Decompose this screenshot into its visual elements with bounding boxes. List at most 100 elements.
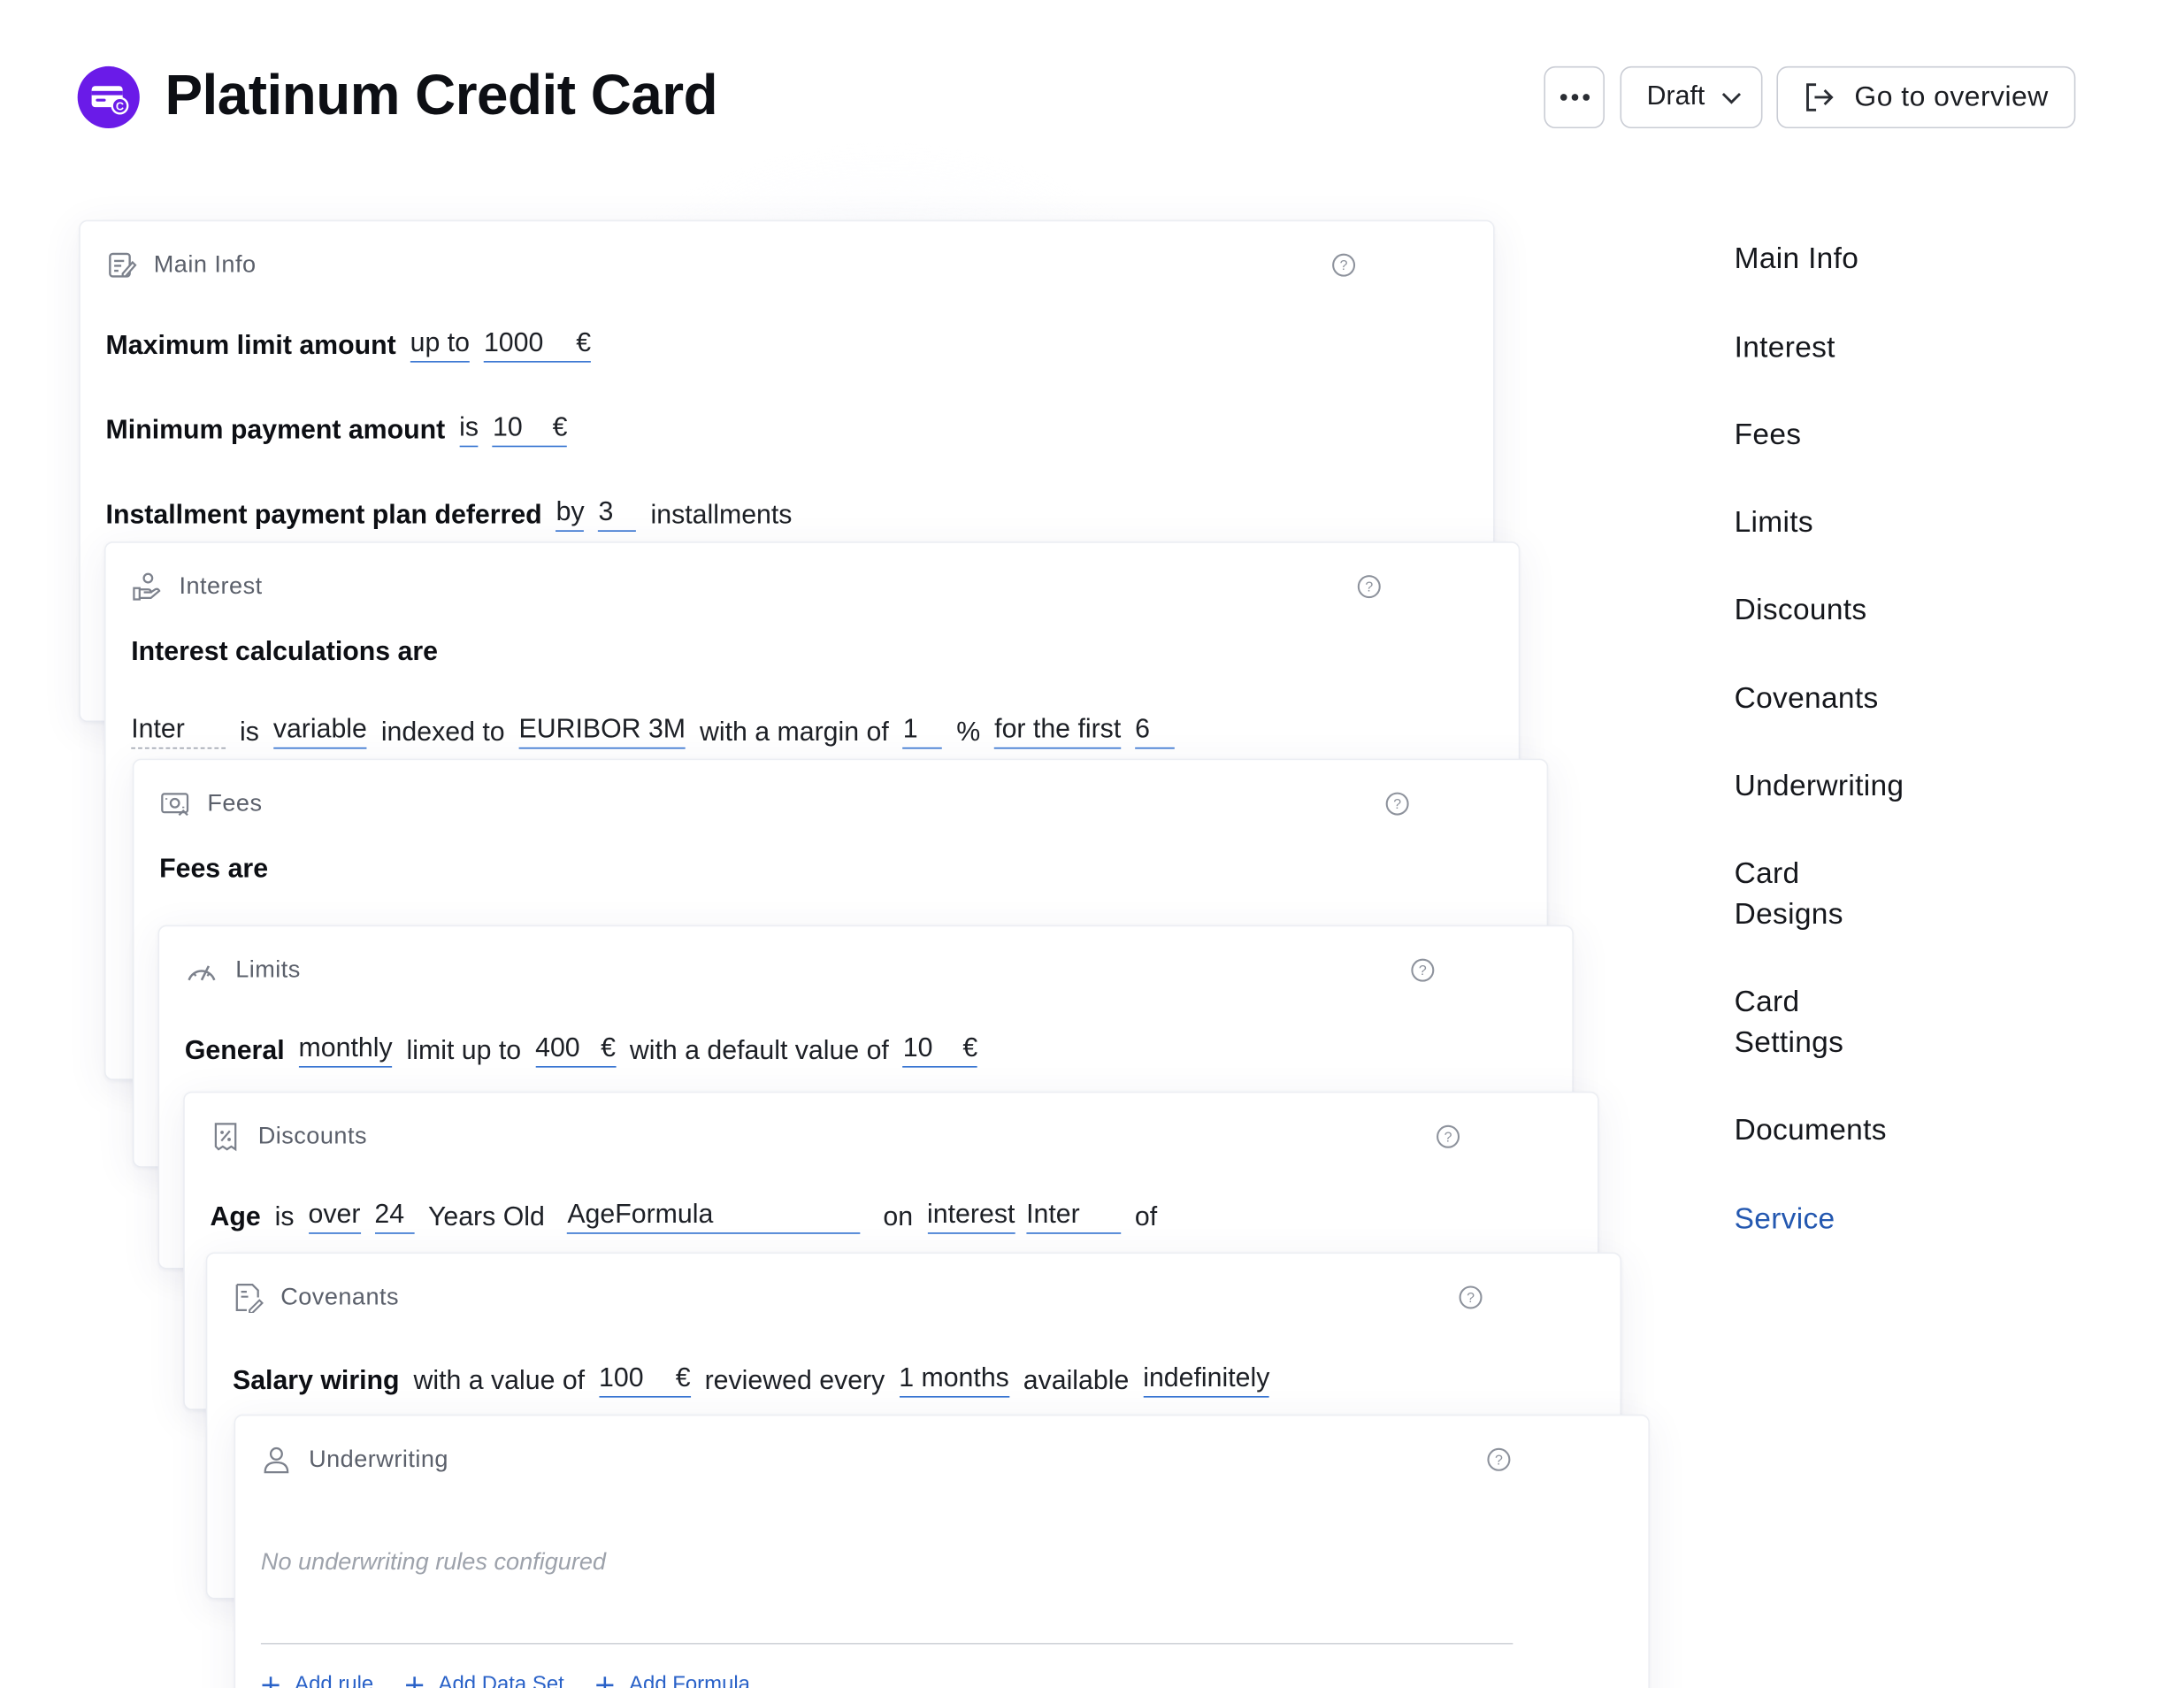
help-icon[interactable]: ? <box>1410 957 1436 983</box>
is-text: is <box>274 1202 295 1233</box>
status-dropdown[interactable]: Draft <box>1620 65 1763 129</box>
review-period-field[interactable]: 1 months <box>899 1358 1009 1398</box>
help-icon[interactable]: ? <box>1331 252 1357 278</box>
availability-field[interactable]: indefinitely <box>1143 1363 1270 1398</box>
contract-icon <box>235 1284 264 1314</box>
add-formula-button[interactable]: Add Formula <box>595 1672 750 1688</box>
svg-text:?: ? <box>1495 1453 1503 1468</box>
nav-item-limits[interactable]: Limits <box>1735 502 2017 542</box>
frequency-field[interactable]: monthly <box>298 1033 393 1068</box>
nav-item-main-info[interactable]: Main Info <box>1735 238 2017 279</box>
svg-text:?: ? <box>1419 963 1427 978</box>
amount-field[interactable]: 1000 € <box>483 323 592 363</box>
rule-heading: Fees are <box>159 854 269 885</box>
limit-value-field[interactable]: 400 € <box>535 1028 616 1068</box>
is-text: is <box>239 717 259 748</box>
formula-field[interactable]: AgeFormula <box>567 1194 861 1234</box>
interest-name-field[interactable]: Inter <box>131 710 226 749</box>
rate-type-field[interactable]: variable <box>272 715 367 749</box>
nav-item-discounts[interactable]: Discounts <box>1735 589 2017 630</box>
svg-text:C: C <box>116 99 124 112</box>
general-limit-row: General monthly limit up to 400 € with a… <box>185 1028 992 1068</box>
default-value-field[interactable]: 10 € <box>902 1028 978 1068</box>
underwriting-card: Underwriting ? No underwriting rules con… <box>234 1414 1650 1688</box>
nav-item-underwriting[interactable]: Underwriting <box>1735 766 2017 807</box>
currency-unit: € <box>601 1033 616 1063</box>
card-header: Interest <box>131 572 262 602</box>
margin-field[interactable]: 1 <box>902 710 943 749</box>
amount-value: 10 <box>492 413 523 443</box>
discount-tag-icon <box>214 1123 237 1152</box>
review-label: reviewed every <box>704 1366 885 1397</box>
plus-icon <box>405 1676 424 1688</box>
divider <box>260 1643 1513 1645</box>
margin-label: with a margin of <box>699 717 889 748</box>
add-rule-label: Add rule <box>295 1672 374 1688</box>
help-icon[interactable]: ? <box>1486 1446 1512 1472</box>
rule-label: Age <box>210 1202 261 1233</box>
default-label: with a default value of <box>629 1036 889 1067</box>
nav-item-covenants[interactable]: Covenants <box>1735 679 2017 719</box>
interest-heading-row: Interest calculations are <box>131 637 452 668</box>
max-limit-row: Maximum limit amount up to 1000 € <box>106 323 605 363</box>
svg-text:?: ? <box>1393 797 1401 812</box>
installments-field[interactable]: 3 <box>598 492 637 532</box>
percent-sign: % <box>956 717 981 748</box>
target-name-field[interactable]: Inter <box>1026 1194 1121 1234</box>
help-icon[interactable]: ? <box>1356 574 1382 600</box>
rule-label: Maximum limit amount <box>105 331 396 362</box>
card-title: Interest <box>179 572 263 600</box>
chevron-down-icon <box>1722 92 1742 104</box>
value-field[interactable]: 100 € <box>599 1358 691 1398</box>
add-data-set-button[interactable]: Add Data Set <box>404 1672 564 1688</box>
age-field[interactable]: 24 <box>374 1194 415 1234</box>
amount-value: 10 <box>902 1033 933 1063</box>
card-header: Covenants <box>233 1282 399 1314</box>
period-label-field[interactable]: for the first <box>994 715 1122 749</box>
currency-unit: € <box>962 1033 978 1063</box>
add-rule-button[interactable]: Add rule <box>261 1672 373 1688</box>
more-icon <box>1559 94 1590 101</box>
nav-item-card-designs[interactable]: Card Designs <box>1735 853 1861 934</box>
rule-heading: Interest calculations are <box>131 637 439 667</box>
hand-coins-icon <box>133 572 161 601</box>
go-to-overview-button[interactable]: Go to overview <box>1776 65 2076 129</box>
svg-text:?: ? <box>1365 580 1373 595</box>
card-title: Discounts <box>257 1122 367 1150</box>
rule-label: Minimum payment amount <box>105 416 446 446</box>
nav-item-fees[interactable]: Fees <box>1735 415 2017 456</box>
nav-item-documents[interactable]: Documents <box>1735 1109 2017 1150</box>
value-label: with a value of <box>413 1366 586 1397</box>
period-field[interactable]: 6 <box>1135 710 1175 749</box>
limit-label: limit up to <box>406 1036 522 1067</box>
add-formula-label: Add Formula <box>629 1672 750 1688</box>
svg-text:?: ? <box>1445 1130 1452 1145</box>
target-field[interactable]: interest <box>927 1200 1015 1234</box>
help-icon[interactable]: ? <box>1384 791 1410 817</box>
nav-item-interest[interactable]: Interest <box>1735 327 2017 368</box>
on-text: on <box>883 1202 914 1233</box>
amount-field[interactable]: 10 € <box>492 408 568 448</box>
status-value: Draft <box>1646 81 1705 111</box>
plus-icon <box>262 1676 280 1688</box>
plus-icon <box>596 1676 614 1688</box>
operator-field[interactable]: up to <box>410 328 471 363</box>
nav-item-card-settings[interactable]: Card Settings <box>1735 981 1861 1063</box>
help-icon[interactable]: ? <box>1458 1285 1483 1310</box>
exit-icon <box>1806 83 1834 111</box>
card-title: Fees <box>207 789 263 817</box>
operator-field[interactable]: by <box>556 498 585 532</box>
nav-item-service[interactable]: Service <box>1735 1199 2017 1239</box>
index-field[interactable]: EURIBOR 3M <box>518 710 686 749</box>
comparator-field[interactable]: over <box>308 1200 361 1234</box>
edit-note-icon <box>109 252 137 278</box>
help-icon[interactable]: ? <box>1436 1124 1461 1149</box>
svg-text:?: ? <box>1467 1291 1475 1306</box>
rule-label: Salary wiring <box>233 1366 400 1397</box>
rule-label: Installment payment plan deferred <box>105 500 542 531</box>
operator-field[interactable]: is <box>459 413 479 448</box>
more-actions-button[interactable] <box>1544 65 1605 129</box>
card-title: Underwriting <box>309 1445 448 1473</box>
currency-unit: € <box>552 413 568 443</box>
user-icon <box>264 1446 289 1474</box>
